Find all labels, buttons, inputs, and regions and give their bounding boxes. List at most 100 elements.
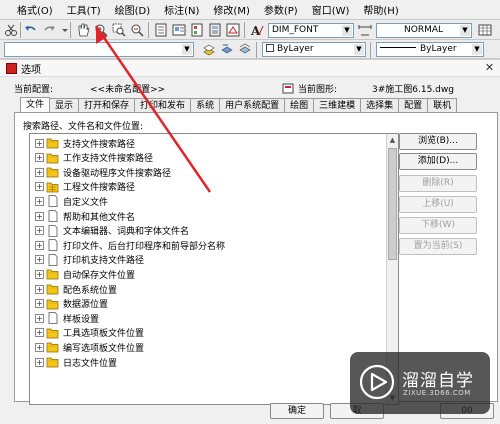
move-up-button[interactable]: 上移(U) [399,196,477,213]
expand-icon[interactable]: + [35,284,44,294]
undo-icon[interactable] [24,23,38,37]
redo-dropdown-icon[interactable] [58,23,68,37]
menu-tools[interactable]: 工具(T) [60,2,108,17]
expand-icon[interactable]: + [35,342,44,352]
tree-item[interactable]: + 日志文件位置 [30,355,385,369]
tab-open-save[interactable]: 打开和保存 [78,98,136,113]
browse-button[interactable]: 浏览(B)... [399,133,477,150]
dialog-titlebar: 选项 ✕ [0,60,500,77]
tree-item[interactable]: + 配色系统位置 [30,282,385,296]
expand-icon[interactable]: + [35,138,44,148]
calculator-icon[interactable] [208,23,222,37]
text-style-select[interactable]: DIM_FONT ▼ [268,23,354,38]
tree-item-label: 日志文件位置 [63,358,118,369]
tool-palettes-icon[interactable] [190,23,204,37]
add-button[interactable]: 添加(D)... [399,153,477,170]
current-profile-label: 当前配置: [14,85,54,95]
zoom-realtime-icon[interactable] [94,23,108,37]
dimension-style-select[interactable]: NORMAL ▼ [376,23,472,38]
menu-modify[interactable]: 修改(M) [206,2,256,17]
tab-plot-publish[interactable]: 打印和发布 [134,98,192,113]
tree-item[interactable]: + 自动保存文件位置 [30,267,385,281]
expand-icon[interactable]: + [35,226,44,236]
menu-window[interactable]: 窗口(W) [305,2,357,17]
layer-previous-icon[interactable] [220,42,234,56]
expand-icon[interactable]: + [35,357,44,367]
expand-icon[interactable]: + [35,299,44,309]
color-select[interactable]: ByLayer ▼ [262,42,366,57]
tree-item[interactable]: + 打印文件、后台打印程序和前导部分名称 [30,238,385,252]
menu-format[interactable]: 格式(O) [10,2,60,17]
expand-icon[interactable]: + [35,196,44,206]
layer-select[interactable]: ▼ [4,42,194,57]
tab-files[interactable]: 文件 [20,97,51,113]
menu-parametric[interactable]: 参数(P) [257,2,305,17]
tree-item[interactable]: + 样板设置 [30,311,385,325]
scroll-up-icon[interactable]: ▲ [387,134,398,146]
table-style-icon[interactable] [478,23,492,37]
tree-item[interactable]: + 工作支持文件搜索路径 [30,151,385,165]
expand-icon[interactable]: + [35,182,44,192]
expand-icon[interactable]: + [35,255,44,265]
zoom-window-icon[interactable] [112,23,126,37]
remove-button[interactable]: 删除(R) [399,175,477,192]
folder-icon [46,152,59,164]
search-paths-tree: + 支持文件搜索路径 + 工作支持文件搜索路径 + 设备驱动程序文件搜索路径 + 工程文件搜索… [29,133,399,405]
set-current-button[interactable]: 置为当前(S) [399,238,477,255]
project-folder-icon [46,181,59,193]
expand-icon[interactable]: + [35,240,44,250]
expand-icon[interactable]: + [35,167,44,177]
menu-dimension[interactable]: 标注(N) [157,2,206,17]
markup-icon[interactable] [226,23,240,37]
tab-profiles[interactable]: 配置 [398,98,429,113]
tab-selection[interactable]: 选择集 [360,98,400,113]
cut-icon[interactable] [4,23,18,37]
zoom-previous-icon[interactable] [130,23,144,37]
document-icon [46,210,59,222]
ok-button[interactable]: 确定 [270,403,324,419]
scroll-thumb[interactable] [388,148,397,260]
tree-item-label: 数据源位置 [63,300,109,311]
current-drawing-label: 当前图形: [298,85,338,95]
tree-item[interactable]: + 设备驱动程序文件搜索路径 [30,165,385,179]
tree-item-label: 工具选项板文件位置 [63,329,145,340]
expand-icon[interactable]: + [35,328,44,338]
properties-icon[interactable] [154,23,168,37]
tab-display[interactable]: 显示 [49,98,80,113]
menu-draw[interactable]: 绘图(D) [108,2,158,17]
design-center-icon[interactable] [172,23,186,37]
tree-item[interactable]: + 支持文件搜索路径 [30,136,385,150]
layer-states-icon[interactable] [238,42,252,56]
tree-item[interactable]: + 打印机支持文件路径 [30,253,385,267]
tree-item[interactable]: + 文本编辑器、词典和字体文件名 [30,224,385,238]
linetype-select[interactable]: ByLayer ▼ [376,42,484,57]
tree-item[interactable]: + 编写选项板文件位置 [30,340,385,354]
tab-3d-modeling[interactable]: 三维建模 [313,98,362,113]
chevron-down-icon: ▼ [472,44,482,55]
text-style-icon[interactable]: A [250,23,264,37]
folder-icon [46,137,59,149]
close-icon[interactable]: ✕ [483,62,496,75]
standard-toolbar: A DIM_FONT ▼ NORMAL ▼ [0,20,500,40]
tree-item[interactable]: + 帮助和其他文件名 [30,209,385,223]
tab-drafting[interactable]: 绘图 [284,98,315,113]
expand-icon[interactable]: + [35,269,44,279]
dimension-style-icon[interactable] [358,23,372,37]
tab-user-preferences[interactable]: 用户系统配置 [219,98,286,113]
watermark-title: 溜溜自学 [402,371,474,391]
expand-icon[interactable]: + [35,313,44,323]
tree-item[interactable]: + 数据源位置 [30,297,385,311]
tree-item[interactable]: + 工程文件搜索路径 [30,180,385,194]
expand-icon[interactable]: + [35,153,44,163]
profile-row: 当前配置: <<未命名配置>> 当前图形: 3#施工图6.15.dwg [14,82,494,96]
menu-help[interactable]: 帮助(H) [356,2,405,17]
tab-online[interactable]: 联机 [427,98,458,113]
tree-item[interactable]: + 工具选项板文件位置 [30,326,385,340]
redo-icon[interactable] [42,23,56,37]
pan-hand-icon[interactable] [76,23,90,37]
expand-icon[interactable]: + [35,211,44,221]
tab-system[interactable]: 系统 [190,98,221,113]
move-down-button[interactable]: 下移(W) [399,217,477,234]
tree-item[interactable]: + 自定义文件 [30,194,385,208]
make-object-layer-current-icon[interactable] [202,42,216,56]
